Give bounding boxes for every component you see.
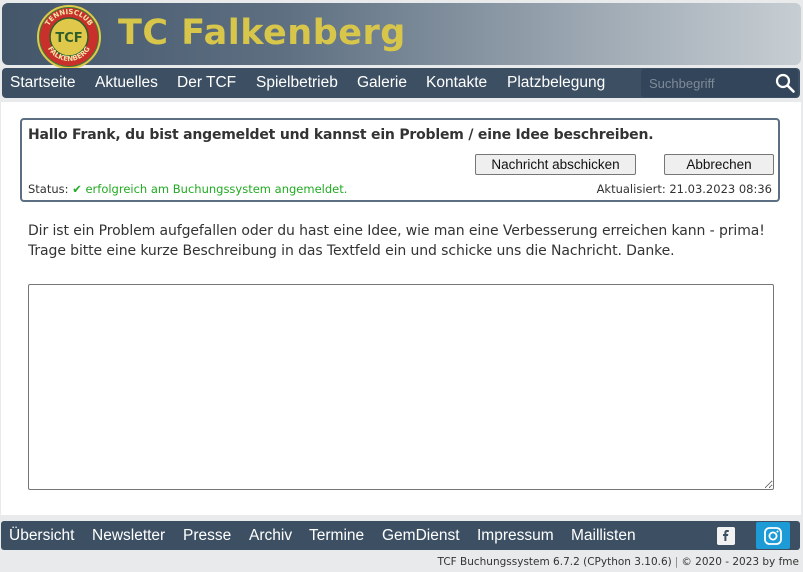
search-input[interactable] [641,69,769,97]
intro-text: Dir ist ein Problem aufgefallen oder du … [28,221,778,261]
footer-navigation: Übersicht Newsletter Presse Archiv Termi… [1,521,800,550]
main-content: Hallo Frank, du bist angemeldet und kann… [1,102,801,515]
status-panel: Hallo Frank, du bist angemeldet und kann… [20,118,780,202]
cancel-button[interactable]: Abbrechen [664,154,774,175]
club-logo[interactable]: TENNISCLUB FALKENBERG TCF [36,4,102,70]
intro-line-1: Dir ist ein Problem aufgefallen oder du … [28,223,765,239]
site-header: TENNISCLUB FALKENBERG TCF TC Falkenberg [2,3,801,69]
instagram-icon [764,527,782,545]
panel-heading: Hallo Frank, du bist angemeldet und kann… [28,127,654,143]
nav-der-tcf[interactable]: Der TCF [177,74,236,92]
footer-separator: | [674,556,679,568]
intro-line-2: Trage bitte eine kurze Beschreibung in d… [28,243,675,259]
version-info: TCF Buchungssystem 6.7.2 (CPython 3.10.6… [437,556,672,568]
instagram-button[interactable] [756,522,790,549]
footer-nav-presse[interactable]: Presse [183,527,231,545]
footer-nav-uebersicht[interactable]: Übersicht [9,527,74,545]
status-value: ✔ erfolgreich am Buchungssystem angemeld… [72,182,348,196]
footer-nav-impressum[interactable]: Impressum [477,527,554,545]
nav-kontakte[interactable]: Kontakte [426,74,487,92]
nav-spielbetrieb[interactable]: Spielbetrieb [256,74,338,92]
facebook-icon[interactable] [717,527,735,545]
footer-nav-termine[interactable]: Termine [309,527,364,545]
status-label: Status: [28,182,69,196]
footer-nav-gemdienst[interactable]: GemDienst [382,527,460,545]
footer-nav-maillisten[interactable]: Maillisten [571,527,636,545]
status-line: Status: ✔ erfolgreich am Buchungssystem … [28,182,347,196]
footer-nav-newsletter[interactable]: Newsletter [92,527,165,545]
updated-timestamp: Aktualisiert: 21.03.2023 08:36 [596,182,772,196]
footer-nav-archiv[interactable]: Archiv [249,527,292,545]
svg-text:TCF: TCF [55,31,82,46]
copyright: © 2020 - 2023 by fme [681,556,799,568]
site-title: TC Falkenberg [118,13,406,53]
nav-galerie[interactable]: Galerie [357,74,407,92]
message-textarea[interactable] [28,284,774,490]
search-box [641,69,798,97]
nav-platzbelegung[interactable]: Platzbelegung [507,74,605,92]
send-message-button[interactable]: Nachricht abschicken [475,154,636,175]
footer-version-line: TCF Buchungssystem 6.7.2 (CPython 3.10.6… [438,556,799,568]
nav-startseite[interactable]: Startseite [10,74,75,92]
nav-aktuelles[interactable]: Aktuelles [95,74,158,92]
search-icon[interactable] [775,73,795,93]
main-navigation: Startseite Aktuelles Der TCF Spielbetrie… [2,68,800,98]
